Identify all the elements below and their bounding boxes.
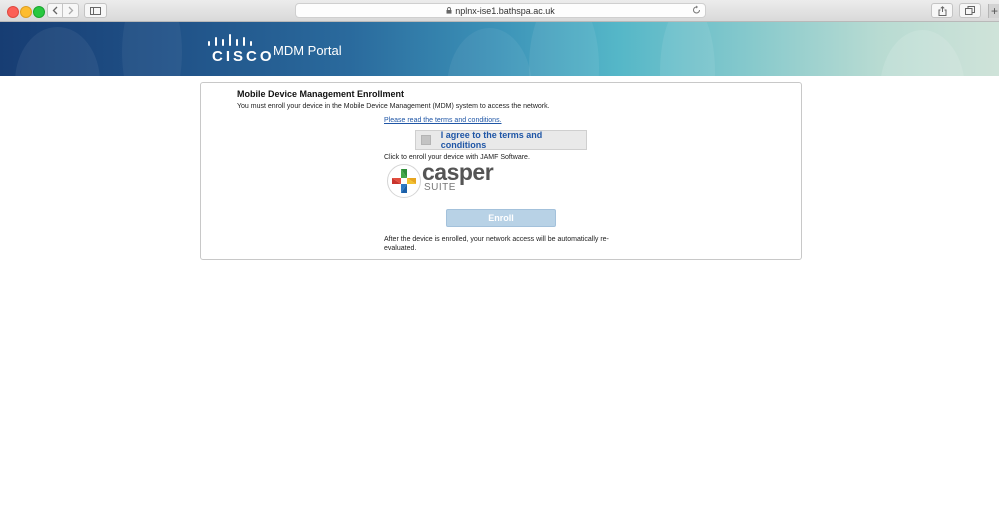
- chevron-right-icon: [68, 6, 74, 15]
- enrollment-note: After the device is enrolled, your netwo…: [384, 236, 609, 252]
- casper-cross-icon: [386, 163, 422, 204]
- portal-title: MDM Portal: [273, 43, 342, 58]
- sidebar-button[interactable]: [84, 3, 107, 18]
- share-button[interactable]: [931, 3, 953, 18]
- enroll-button[interactable]: Enroll: [446, 209, 556, 227]
- suite-wordmark: SUITE: [424, 182, 456, 193]
- new-tab-button[interactable]: +: [988, 4, 999, 18]
- sidebar-icon: [90, 6, 101, 15]
- agree-terms-toggle[interactable]: I agree to the terms and conditions: [415, 130, 587, 150]
- agree-checkbox[interactable]: [421, 135, 431, 145]
- minimize-window-button[interactable]: [20, 6, 32, 18]
- cisco-wordmark: CISCO: [212, 48, 275, 65]
- casper-wordmark: casper: [422, 159, 494, 185]
- terms-link[interactable]: Please read the terms and conditions.: [384, 117, 502, 124]
- lock-icon: [446, 7, 452, 14]
- chevron-left-icon: [52, 6, 58, 15]
- page-title: Mobile Device Management Enrollment: [237, 89, 405, 99]
- close-window-button[interactable]: [7, 6, 19, 18]
- show-tabs-button[interactable]: [959, 3, 981, 18]
- enrollment-description: You must enroll your device in the Mobil…: [237, 103, 550, 110]
- url-text: nplnx-ise1.bathspa.ac.uk: [455, 5, 555, 16]
- browser-toolbar: nplnx-ise1.bathspa.ac.uk +: [0, 0, 999, 22]
- reload-icon[interactable]: [692, 5, 701, 17]
- zoom-window-button[interactable]: [33, 6, 45, 18]
- plus-icon: +: [990, 4, 998, 18]
- forward-button[interactable]: [63, 3, 79, 18]
- portal-banner: [0, 22, 999, 76]
- address-bar[interactable]: nplnx-ise1.bathspa.ac.uk: [295, 3, 706, 18]
- tabs-icon: [965, 6, 975, 15]
- agree-label: I agree to the terms and conditions: [440, 130, 543, 150]
- share-icon: [938, 5, 947, 16]
- back-button[interactable]: [47, 3, 63, 18]
